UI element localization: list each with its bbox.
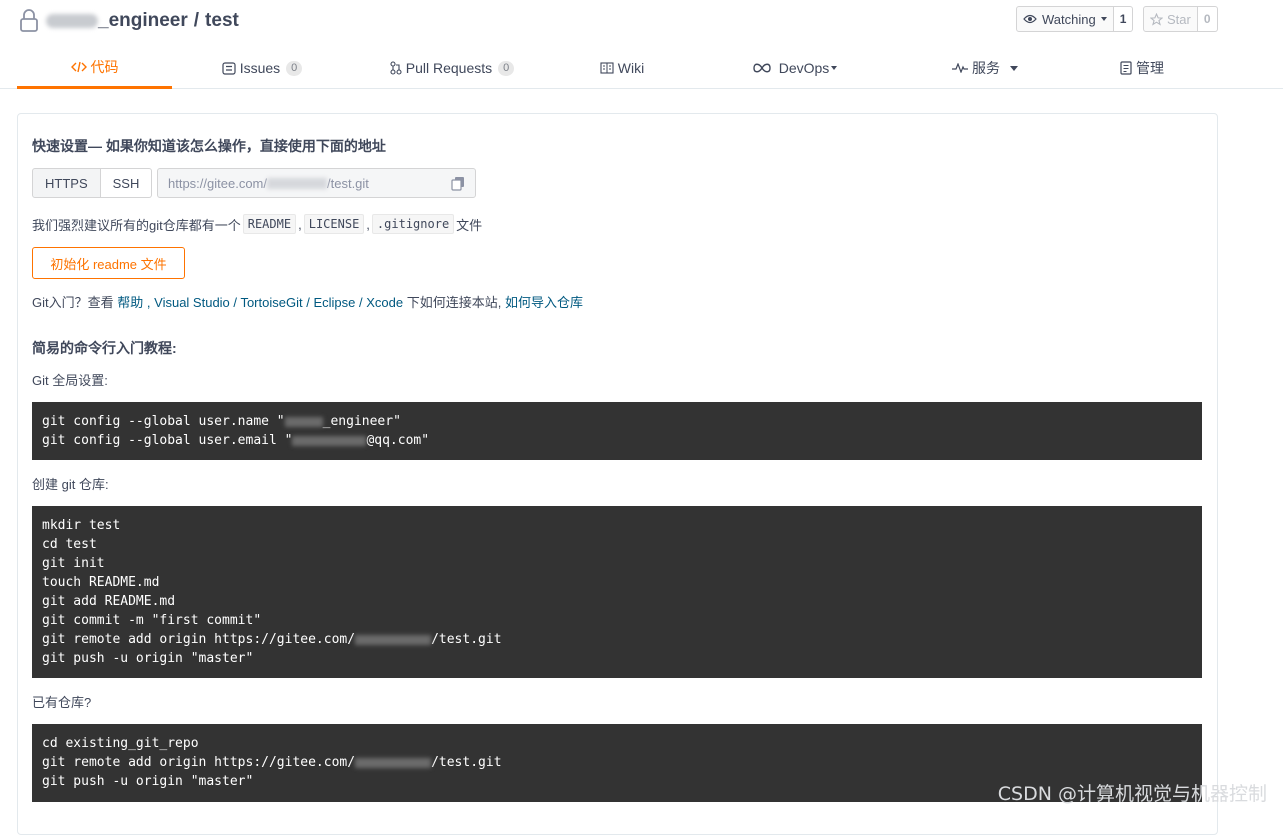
repo-header: _engineer / test Watching 1 Star 0 代码 Is… [0,0,1283,89]
existing-repo-label: 已有仓库? [32,695,92,710]
code-line: git remote add origin https://gitee.com/… [42,632,502,647]
issues-icon [222,61,236,75]
chevron-down-icon [1100,17,1107,21]
pr-count-badge: 0 [498,60,515,76]
star-icon [1150,12,1163,26]
global-setup-label: Git 全局设置: [32,373,108,388]
code-line: git commit -m "first commit" [42,613,262,628]
chevron-down-icon [1010,65,1018,71]
clone-url-field[interactable]: https://gitee.com//test.git [157,168,476,198]
code-line: cd existing_git_repo [42,736,199,751]
https-button[interactable]: HTTPS [32,168,101,198]
global-setup-code: git config --global user.name " _engineer… [32,402,1202,460]
xcode-link[interactable]: Xcode [366,295,403,310]
lock-icon [20,9,38,32]
init-readme-button[interactable]: 初始化 readme 文件 [32,247,185,279]
owner-name-redacted [46,14,98,28]
watch-button[interactable]: Watching [1016,6,1114,32]
eye-icon [1023,14,1037,24]
repo-title: _engineer / test [18,8,239,34]
redacted-email [292,435,367,446]
redacted-username [355,757,432,768]
watch-count[interactable]: 1 [1113,6,1134,32]
redacted-name [284,416,323,427]
wiki-icon [600,62,614,74]
repo-project-name[interactable]: test [205,10,239,31]
create-repo-code: mkdir test cd test git init touch README… [32,506,1202,678]
git-intro-text: Git入门？查看 帮助 , Visual Studio / TortoiseGi… [32,295,584,310]
gitignore-tag: .gitignore [371,214,455,234]
redacted-username [267,177,327,189]
quick-setup-title: 快速设置— 如果你知道该怎么操作，直接使用下面的地址 [32,138,386,154]
code-line: git add README.md [42,594,176,609]
repo-tabs: 代码 Issues 0 Pull Requests 0 Wiki DevOps … [17,48,1217,89]
code-line: touch README.md [42,575,160,590]
code-icon [70,61,87,73]
tutorial-title: 简易的命令行入门教程: [32,340,177,356]
tab-code[interactable]: 代码 [17,48,172,89]
license-tag: LICENSE [303,214,365,234]
copy-icon[interactable] [451,176,465,191]
pull-request-icon [390,61,402,75]
code-line: git config --global user.email " @qq.com" [42,433,430,448]
tab-wiki[interactable]: Wiki [592,48,652,88]
ssh-button[interactable]: SSH [100,168,153,198]
code-line: git push -u origin "master" [42,651,254,666]
star-button[interactable]: Star [1143,6,1198,32]
tab-issues[interactable]: Issues 0 [212,48,312,88]
help-link[interactable]: 帮助 [117,295,143,310]
code-line: cd test [42,537,97,552]
code-line: mkdir test [42,518,121,533]
chevron-down-icon [831,66,838,70]
star-count[interactable]: 0 [1197,6,1218,32]
repo-owner-suffix[interactable]: _engineer [98,10,188,31]
create-repo-label: 创建 git 仓库: [32,477,109,492]
infinity-icon [753,63,771,73]
issues-count-badge: 0 [286,60,303,76]
tab-pull-requests[interactable]: Pull Requests 0 [382,48,522,88]
star-control: Star 0 [1143,6,1218,32]
pulse-icon [952,63,968,73]
protocol-switch: HTTPS SSH [32,168,153,198]
csdn-watermark: CSDN @计算机视觉与机器控制 [997,783,1267,805]
code-line: git init [42,556,105,571]
tab-manage[interactable]: 管理 [1107,48,1177,88]
tab-services[interactable]: 服务 [935,48,1035,88]
redacted-username [355,634,432,645]
manage-icon [1120,61,1132,75]
visual-studio-link[interactable]: Visual Studio [154,295,230,310]
readme-tag: README [242,214,297,234]
eclipse-link[interactable]: Eclipse [313,295,355,310]
tab-devops[interactable]: DevOps [745,48,845,88]
code-line: git remote add origin https://gitee.com/… [42,755,502,770]
import-repo-link[interactable]: 如何导入仓库 [505,295,583,310]
recommend-text: 我们强烈建议所有的git仓库都有一个 README, LICENSE, .git… [32,212,482,236]
tortoisegit-link[interactable]: TortoiseGit [240,295,302,310]
watch-control: Watching 1 [1016,6,1134,32]
code-line: git config --global user.name " _engineer… [42,414,401,429]
